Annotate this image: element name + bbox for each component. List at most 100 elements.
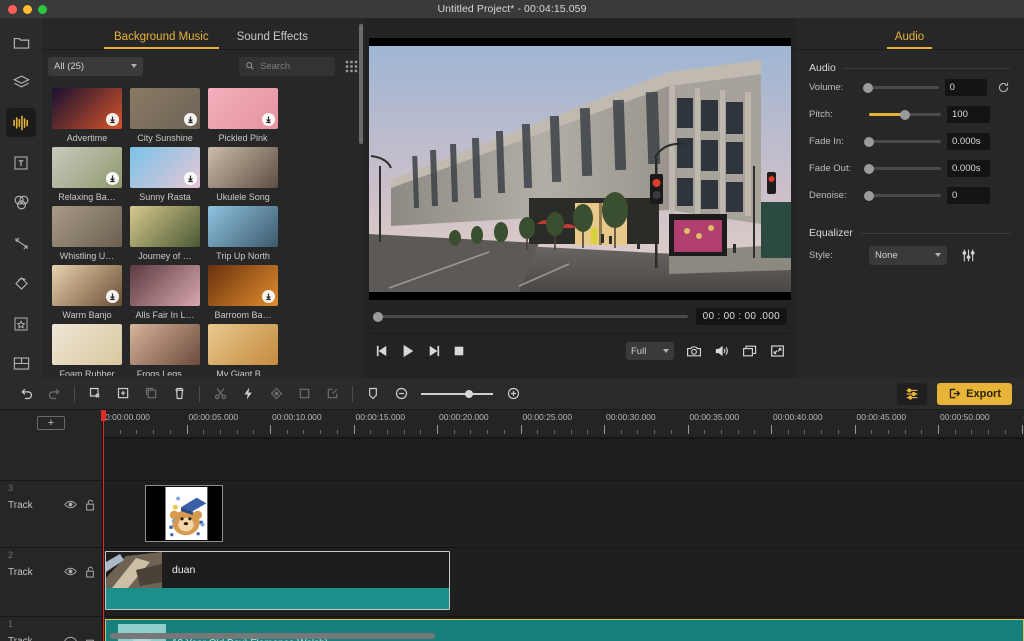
music-item[interactable]: Relaxing Ba… [52, 147, 122, 202]
split-button[interactable] [206, 382, 234, 406]
unlock-icon[interactable] [85, 635, 95, 641]
slider-handle[interactable] [864, 190, 874, 201]
play-button[interactable] [401, 344, 415, 358]
quality-select[interactable]: Full [626, 342, 674, 360]
track-lane-2[interactable]: duan [103, 547, 1024, 616]
edit-button[interactable] [318, 382, 346, 406]
unlock-icon[interactable] [85, 566, 95, 578]
property-value-field[interactable]: 0 [944, 79, 987, 96]
rail-item-transitions[interactable] [6, 229, 36, 257]
maximize-window-button[interactable] [38, 5, 47, 14]
property-slider[interactable] [862, 82, 939, 93]
preview-timecode[interactable]: 00 : 00 : 00 .000 [695, 308, 787, 325]
speed-button[interactable] [234, 382, 262, 406]
download-icon[interactable] [184, 172, 197, 185]
undo-button[interactable] [12, 382, 40, 406]
video-preview[interactable] [369, 38, 791, 300]
eye-icon[interactable] [64, 499, 77, 510]
add-track-button[interactable]: + [37, 416, 65, 430]
music-item[interactable]: My Giant B… [208, 324, 278, 376]
track-lane-3[interactable] [103, 480, 1024, 547]
rail-item-media-library[interactable] [6, 28, 36, 56]
music-item[interactable]: Pickled Pink [208, 88, 278, 143]
playhead[interactable] [101, 410, 106, 641]
playhead-handle[interactable] [101, 410, 106, 421]
property-value-field[interactable]: 0 [947, 187, 990, 204]
slider-handle[interactable] [862, 82, 873, 93]
export-button[interactable]: Export [937, 382, 1012, 405]
download-icon[interactable] [106, 172, 119, 185]
next-frame-button[interactable] [427, 345, 441, 357]
equalizer-style-select[interactable]: None [869, 245, 947, 265]
delete-clip-button[interactable] [81, 382, 109, 406]
library-scrollbar[interactable] [359, 24, 363, 144]
track-header-3[interactable]: 3 Track [0, 480, 103, 547]
unlock-icon[interactable] [85, 499, 95, 511]
rail-item-filters[interactable] [6, 189, 36, 217]
download-icon[interactable] [262, 290, 275, 303]
video-clip[interactable]: duan [105, 551, 450, 610]
fullscreen-button[interactable] [770, 344, 785, 358]
slider-handle[interactable] [864, 136, 874, 147]
stop-button[interactable] [453, 345, 465, 357]
property-slider[interactable] [869, 109, 941, 120]
download-icon[interactable] [184, 113, 197, 126]
music-item[interactable]: Advertime [52, 88, 122, 143]
property-slider[interactable] [864, 190, 941, 201]
slider-handle[interactable] [864, 163, 874, 174]
track-lane-empty[interactable] [103, 438, 1024, 480]
track-header-2[interactable]: 2 Track [0, 547, 103, 616]
slider-handle[interactable] [900, 109, 910, 120]
music-item[interactable]: Whistling U… [52, 206, 122, 261]
snapshot-button[interactable] [686, 344, 702, 358]
rail-item-effects[interactable] [6, 269, 36, 297]
copy-button[interactable] [137, 382, 165, 406]
rail-item-overlays[interactable] [6, 68, 36, 96]
zoom-out-button[interactable] [387, 382, 415, 406]
download-icon[interactable] [262, 113, 275, 126]
music-item[interactable]: Foam Rubber [52, 324, 122, 376]
zoom-slider-handle[interactable] [465, 389, 473, 398]
crop-button[interactable] [290, 382, 318, 406]
eye-icon[interactable] [64, 566, 77, 577]
music-item[interactable]: Sunny Rasta [130, 147, 200, 202]
rail-item-elements[interactable] [6, 310, 36, 338]
search-input[interactable]: Search [239, 56, 335, 76]
music-item[interactable]: City Sunshine [130, 88, 200, 143]
zoom-in-button[interactable] [499, 382, 527, 406]
rail-item-split-screen[interactable] [6, 350, 36, 378]
time-ruler[interactable]: 0:00:00.000 00:00:05.000 00:00:10.000 00:00… [103, 410, 1024, 438]
keyframe-button[interactable] [262, 382, 290, 406]
seek-slider[interactable] [373, 311, 688, 322]
prev-frame-button[interactable] [375, 345, 389, 357]
rail-item-titles[interactable] [6, 149, 36, 177]
music-item[interactable]: Frogs Legs … [130, 324, 200, 376]
music-item[interactable]: Barroom Ba… [208, 265, 278, 320]
download-icon[interactable] [106, 290, 119, 303]
reset-circular-arrow-icon[interactable] [997, 81, 1010, 94]
marker-button[interactable] [359, 382, 387, 406]
sticker-clip[interactable] [145, 485, 223, 542]
timeline-horizontal-scrollbar[interactable] [110, 633, 435, 639]
pip-button[interactable] [742, 344, 758, 358]
tab-audio-properties[interactable]: Audio [886, 31, 933, 49]
add-clip-button[interactable] [109, 382, 137, 406]
rail-item-audio[interactable] [6, 108, 36, 137]
tab-background-music[interactable]: Background Music [100, 31, 223, 49]
redo-button[interactable] [40, 382, 68, 406]
eye-icon[interactable] [64, 635, 77, 641]
property-value-field[interactable]: 100 [947, 106, 990, 123]
tab-sound-effects[interactable]: Sound Effects [223, 31, 322, 49]
music-item[interactable]: Warm Banjo [52, 265, 122, 320]
trash-button[interactable] [165, 382, 193, 406]
download-icon[interactable] [106, 113, 119, 126]
property-slider[interactable] [864, 163, 941, 174]
zoom-slider[interactable] [421, 389, 493, 398]
property-value-field[interactable]: 0.000s [947, 133, 990, 150]
music-item[interactable]: Alls Fair In L… [130, 265, 200, 320]
music-item[interactable]: Trip Up North [208, 206, 278, 261]
window-controls[interactable] [8, 5, 47, 14]
category-select[interactable]: All (25) [48, 56, 143, 76]
property-slider[interactable] [864, 136, 941, 147]
equalizer-settings-button[interactable] [961, 248, 976, 263]
